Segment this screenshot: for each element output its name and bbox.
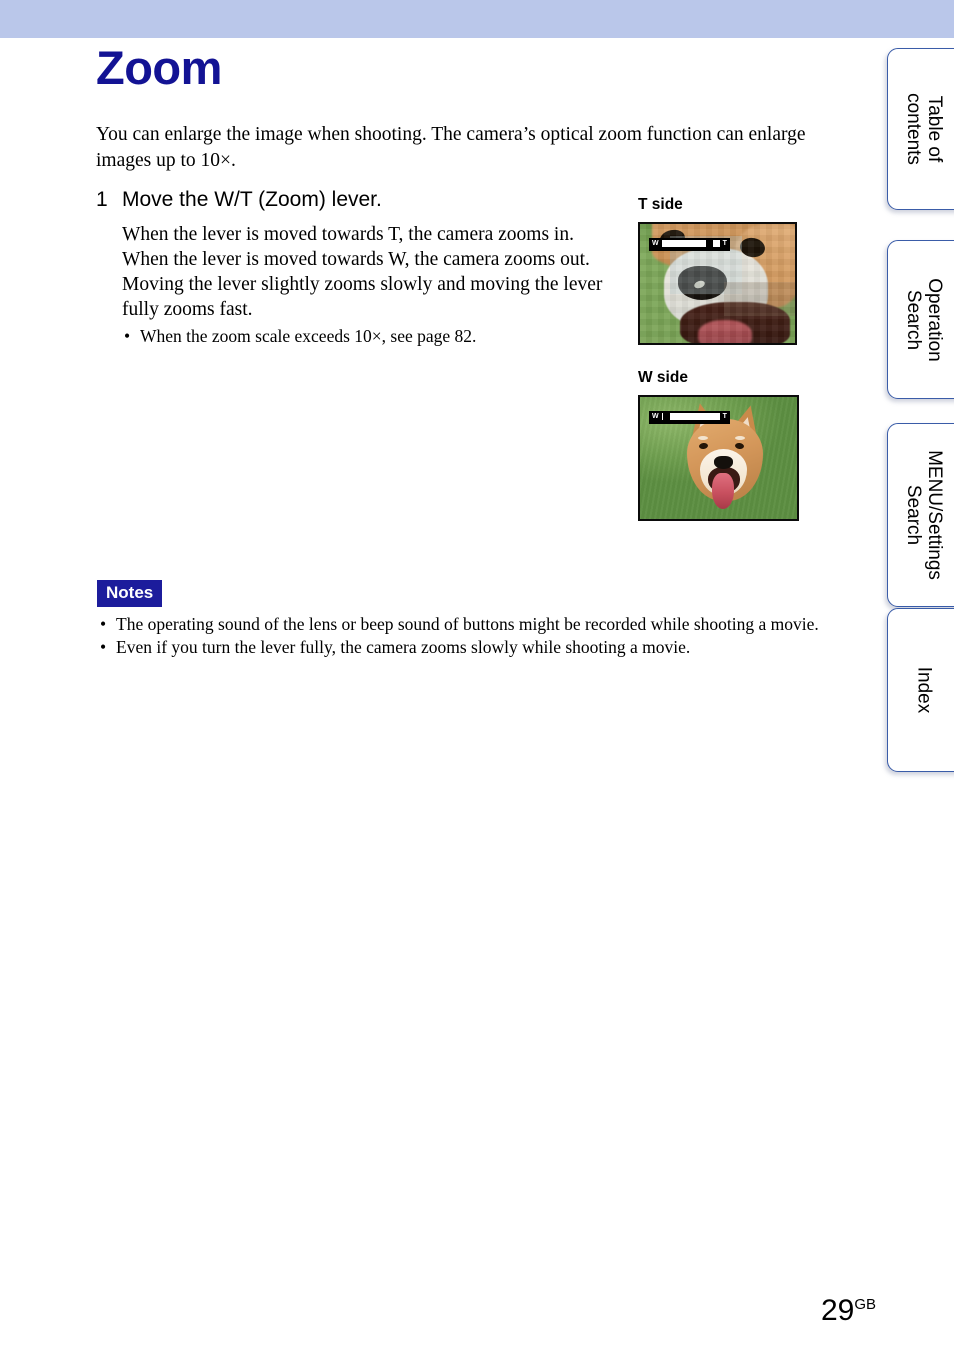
step-line: Moving the lever slightly zooms slowly a… bbox=[122, 274, 603, 295]
step-heading-text: Move the W/T (Zoom) lever. bbox=[122, 188, 382, 211]
intro-paragraph: You can enlarge the image when shooting.… bbox=[96, 124, 806, 171]
tab-label-line: MENU/Settings bbox=[924, 450, 945, 580]
step-line: When the lever is moved towards T, the c… bbox=[122, 224, 574, 245]
top-color-band bbox=[0, 0, 954, 38]
notes-list: The operating sound of the lens or beep … bbox=[97, 613, 837, 659]
sidebar-item-index[interactable]: Index bbox=[887, 608, 954, 772]
notes-section: Notes The operating sound of the lens or… bbox=[97, 580, 837, 659]
zoom-bar-t-label: T bbox=[722, 240, 727, 247]
zoom-bar-track bbox=[661, 240, 720, 247]
tab-label-line: Operation bbox=[924, 277, 945, 362]
dog-tongue bbox=[712, 473, 734, 509]
tab-label-line: contents bbox=[903, 93, 924, 165]
step-heading: 1 Move the W/T (Zoom) lever. bbox=[96, 188, 636, 212]
step-line: fully zooms fast. bbox=[122, 299, 253, 320]
step-bullet-list: When the zoom scale exceeds 10×, see pag… bbox=[122, 324, 636, 348]
page-title: Zoom bbox=[96, 41, 222, 94]
photo-t-side: W T bbox=[638, 222, 797, 345]
dog-nose bbox=[714, 456, 733, 469]
zoom-bar-w-label: W bbox=[652, 240, 659, 247]
zoom-bar-knob bbox=[705, 240, 713, 247]
page-number-suffix: GB bbox=[854, 1296, 876, 1313]
figure-label-w-side: W side bbox=[638, 369, 688, 386]
list-item: Even if you turn the lever fully, the ca… bbox=[97, 636, 837, 659]
figure-t-side: T side W T bbox=[638, 196, 797, 345]
tab-label-line: Table of bbox=[924, 95, 945, 163]
dog-brow-left bbox=[698, 436, 708, 440]
tab-label-line: Search bbox=[903, 289, 924, 350]
sidebar-item-table-of-contents[interactable]: Table of contents bbox=[887, 48, 954, 210]
step-block: 1 Move the W/T (Zoom) lever. When the lev… bbox=[96, 188, 636, 348]
step-number: 1 bbox=[96, 188, 108, 211]
zoom-indicator-bar-w: W T bbox=[649, 411, 730, 424]
tab-label-line: Index bbox=[913, 666, 935, 714]
tab-label: Index bbox=[914, 667, 935, 713]
list-item: The operating sound of the lens or beep … bbox=[97, 613, 837, 636]
step-line: When the lever is moved towards W, the c… bbox=[122, 249, 590, 270]
tab-label: Operation Search bbox=[903, 278, 945, 361]
tab-label-line: Search bbox=[903, 484, 924, 546]
step-description: When the lever is moved towards T, the c… bbox=[96, 222, 636, 348]
sidebar-item-menu-settings-search[interactable]: MENU/Settings Search bbox=[887, 423, 954, 607]
page-number-value: 29 bbox=[820, 1294, 855, 1327]
sidebar-item-operation-search[interactable]: Operation Search bbox=[887, 240, 954, 399]
notes-badge: Notes bbox=[97, 580, 163, 607]
dog-brow-right bbox=[735, 436, 745, 440]
side-tab-navigation: Table of contents Operation Search MENU/… bbox=[887, 0, 954, 1369]
tab-label: Table of contents bbox=[903, 93, 945, 165]
zoom-bar-t-label: T bbox=[722, 413, 727, 420]
figure-label-t-side: T side bbox=[638, 196, 683, 213]
zoom-bar-knob bbox=[662, 413, 670, 420]
tab-label: MENU/Settings Search bbox=[903, 450, 945, 580]
list-item: When the zoom scale exceeds 10×, see pag… bbox=[122, 324, 636, 348]
zoom-indicator-bar-t: W T bbox=[649, 238, 730, 251]
zoom-bar-w-label: W bbox=[652, 413, 659, 420]
photo-w-side: W T bbox=[638, 395, 799, 521]
zoom-bar-track bbox=[661, 413, 720, 420]
figure-w-side: W side W T bbox=[638, 369, 799, 521]
page-number: 29GB bbox=[821, 1296, 876, 1326]
